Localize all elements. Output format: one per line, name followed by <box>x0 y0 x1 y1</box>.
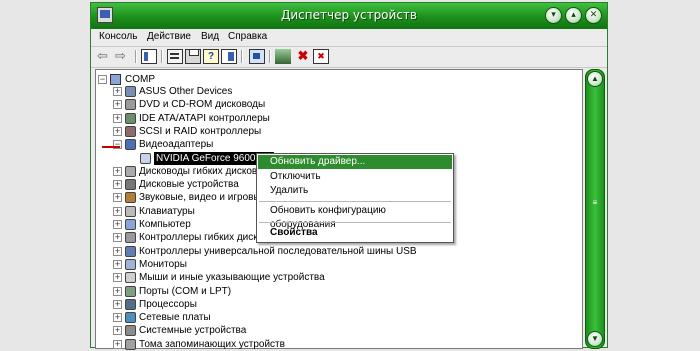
scroll-down-button[interactable]: ▼ <box>587 331 603 347</box>
menu-item-disable[interactable]: Отключить <box>258 170 452 184</box>
tree-item-label: Контроллеры универсальной последовательн… <box>139 245 417 257</box>
expand-icon[interactable]: + <box>113 313 122 323</box>
expand-icon[interactable]: + <box>113 233 122 243</box>
expand-icon[interactable]: + <box>113 180 122 190</box>
tree-item-label: Дисковые устройства <box>139 179 239 191</box>
back-icon[interactable]: ⇦ <box>97 49 113 64</box>
scan-hardware-icon[interactable] <box>249 49 265 64</box>
tree-item-label: Компьютер <box>139 219 191 230</box>
menu-item-uninstall[interactable]: Удалить <box>258 184 452 198</box>
expand-icon[interactable]: + <box>113 299 122 309</box>
tree-item-label: DVD и CD-ROM дисководы <box>139 99 266 111</box>
tree-item-label: Дисководы гибких дисков <box>139 165 258 177</box>
expand-icon[interactable]: + <box>113 259 122 269</box>
menu-item-scan-hardware[interactable]: Обновить конфигурацию оборудования <box>258 204 452 230</box>
tree-item-label: Клавиатуры <box>139 205 195 217</box>
update-driver-icon[interactable] <box>275 49 291 64</box>
context-menu: Обновить драйвер... Отключить Удалить Об… <box>256 153 454 243</box>
expand-icon[interactable]: + <box>113 166 122 176</box>
disable-icon[interactable]: ✖ <box>313 49 329 64</box>
menu-help[interactable]: Справка <box>228 31 267 42</box>
tree-item-label: Процессоры <box>139 298 197 310</box>
tree-item-label: Тома запоминающих устройств <box>139 338 285 350</box>
usb-icon <box>125 245 136 257</box>
tree-item-label: Сетевые платы <box>139 312 211 324</box>
computer-icon <box>125 219 136 230</box>
mouse-icon <box>125 272 136 284</box>
expand-icon[interactable]: + <box>113 87 122 96</box>
tree-item-label: Контроллеры гибких дисков <box>139 232 269 244</box>
ide-controller-icon <box>125 112 136 124</box>
tree-item-label: SCSI и RAID контроллеры <box>139 125 262 137</box>
show-hide-icon[interactable] <box>221 49 237 64</box>
expand-icon[interactable]: + <box>113 206 122 216</box>
print-icon[interactable] <box>185 49 201 64</box>
display-adapter-icon <box>125 139 136 151</box>
tree-item-label: ASUS Other Devices <box>139 86 233 97</box>
tree-item-label: IDE ATA/ATAPI контроллеры <box>139 112 270 124</box>
maximize-button[interactable]: ▴ <box>565 7 582 24</box>
uninstall-icon[interactable]: ✖ <box>295 49 311 64</box>
tree-item-label: Видеоадаптеры <box>139 139 214 151</box>
expand-icon[interactable]: + <box>113 339 122 349</box>
collapse-root-icon[interactable]: − <box>98 75 107 84</box>
processor-icon <box>125 298 136 310</box>
expand-icon[interactable]: + <box>113 246 122 256</box>
expand-icon[interactable]: + <box>113 286 122 296</box>
expand-icon[interactable]: + <box>113 273 122 283</box>
computer-icon <box>110 74 121 85</box>
scroll-up-button[interactable]: ▲ <box>587 71 603 87</box>
close-button[interactable]: ✕ <box>585 7 602 24</box>
system-icon <box>125 325 136 337</box>
minimize-button[interactable]: ▾ <box>545 7 562 24</box>
title-bar[interactable]: Диспетчер устройств ▾ ▴ ✕ <box>91 3 607 29</box>
expand-icon[interactable]: + <box>113 100 122 110</box>
menu-item-update-driver[interactable]: Обновить драйвер... <box>258 155 452 169</box>
annotation-underline <box>102 146 120 148</box>
expand-icon[interactable]: + <box>113 326 122 336</box>
port-icon <box>125 285 136 297</box>
menu-divider <box>259 222 451 223</box>
scsi-icon <box>125 125 136 137</box>
toolbar: ⇦ ⇨ ? ✖ ✖ <box>91 46 607 68</box>
forward-icon[interactable]: ⇨ <box>115 49 131 64</box>
menu-view[interactable]: Вид <box>201 31 219 42</box>
expand-icon[interactable]: + <box>113 113 122 123</box>
vertical-scrollbar[interactable]: ▲ ≡ ▼ <box>585 69 605 349</box>
console-tree-icon[interactable] <box>141 49 157 64</box>
monitor-icon <box>125 258 136 270</box>
disk-drive-icon <box>125 179 136 191</box>
tree-item-label: Порты (COM и LPT) <box>139 285 232 297</box>
expand-icon[interactable]: + <box>113 126 122 136</box>
scroll-thumb-grip[interactable]: ≡ <box>590 198 600 207</box>
monitor-icon <box>140 152 151 164</box>
help-icon[interactable]: ? <box>203 49 219 64</box>
tree-item-label: Мыши и иные указывающие устройства <box>139 272 325 284</box>
keyboard-icon <box>125 205 136 217</box>
tree-item-label: Системные устройства <box>139 325 247 337</box>
expand-icon[interactable]: + <box>113 193 122 203</box>
menu-item-properties[interactable]: Свойства <box>258 226 452 240</box>
menu-bar: Консоль Действие Вид Справка <box>91 29 607 45</box>
network-icon <box>125 312 136 324</box>
menu-action[interactable]: Действие <box>147 31 191 42</box>
sound-icon <box>125 192 136 204</box>
cdrom-icon <box>125 99 136 111</box>
tree-item-label: Мониторы <box>139 258 187 270</box>
floppy-controller-icon <box>125 232 136 244</box>
device-icon <box>125 86 136 97</box>
window-title: Диспетчер устройств <box>280 8 417 22</box>
menu-console[interactable]: Консоль <box>99 31 137 42</box>
menu-divider <box>259 201 451 202</box>
storage-icon <box>125 338 136 350</box>
properties-icon[interactable] <box>167 49 183 64</box>
expand-icon[interactable]: + <box>113 220 122 229</box>
floppy-icon <box>125 165 136 177</box>
